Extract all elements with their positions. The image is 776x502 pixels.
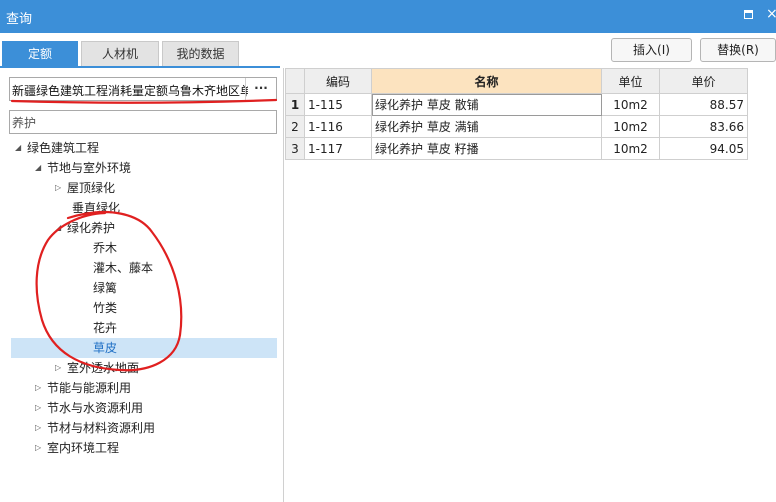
tab-quota[interactable]: 定额 <box>2 41 78 66</box>
cell-price[interactable]: 94.05 <box>659 137 748 160</box>
tree-node-vertical-greening[interactable]: 垂直绿化 <box>60 198 120 218</box>
cell-name[interactable]: 绿化养护 草皮 满铺 <box>371 115 602 138</box>
tree-node-material-saving[interactable]: ▷ 节材与材料资源利用 <box>35 418 155 438</box>
collapsed-arrow-icon[interactable]: ▷ <box>55 358 67 378</box>
tree-node-shrubs-vines[interactable]: 灌木、藤本 <box>81 258 153 278</box>
collapsed-arrow-icon[interactable]: ▷ <box>35 398 47 418</box>
tree-node-bamboo[interactable]: 竹类 <box>81 298 117 318</box>
quota-library-selector[interactable]: 新疆绿色建筑工程消耗量定额乌鲁木齐地区单 ··· <box>9 77 277 101</box>
pane-divider[interactable] <box>283 68 284 502</box>
cell-price[interactable]: 83.66 <box>659 115 748 138</box>
table-row[interactable]: 3 1-117 绿化养护 草皮 籽播 10m2 94.05 <box>285 137 748 160</box>
tree-node-roof-greening[interactable]: ▷ 屋顶绿化 <box>55 178 115 198</box>
cell-name[interactable]: 绿化养护 草皮 散铺 <box>371 93 602 116</box>
expanded-arrow-icon[interactable]: ◢ <box>15 138 27 158</box>
tab-labor-material-machine[interactable]: 人材机 <box>81 41 159 66</box>
more-button[interactable]: ··· <box>245 78 276 100</box>
search-input[interactable] <box>9 110 277 134</box>
tree-node-land-saving[interactable]: ◢ 节地与室外环境 <box>35 158 131 178</box>
tree-node-green-building[interactable]: ◢ 绿色建筑工程 <box>15 138 99 158</box>
collapsed-arrow-icon[interactable]: ▷ <box>35 378 47 398</box>
cell-unit[interactable]: 10m2 <box>601 93 660 116</box>
corner-cell <box>285 68 305 94</box>
insert-button[interactable]: 插入(I) <box>611 38 692 62</box>
column-header-name[interactable]: 名称 <box>371 68 602 94</box>
collapsed-arrow-icon[interactable]: ▷ <box>35 438 47 458</box>
table-row[interactable]: 1 1-115 绿化养护 草皮 散铺 10m2 88.57 <box>285 93 748 116</box>
tree-node-water-saving[interactable]: ▷ 节水与水资源利用 <box>35 398 143 418</box>
expanded-arrow-icon[interactable]: ◢ <box>35 158 47 178</box>
cell-code[interactable]: 1-116 <box>304 115 372 138</box>
tree-node-hedges[interactable]: 绿篱 <box>81 278 117 298</box>
table-row[interactable]: 2 1-116 绿化养护 草皮 满铺 10m2 83.66 <box>285 115 748 138</box>
title-bar: 查询 × <box>0 0 776 33</box>
quota-library-name: 新疆绿色建筑工程消耗量定额乌鲁木齐地区单 <box>12 84 248 98</box>
tree-selection-highlight <box>11 338 277 358</box>
cell-price[interactable]: 88.57 <box>659 93 748 116</box>
window-title: 查询 <box>6 12 33 27</box>
tree-node-energy-saving[interactable]: ▷ 节能与能源利用 <box>35 378 131 398</box>
restore-icon[interactable] <box>744 10 753 19</box>
cell-unit[interactable]: 10m2 <box>601 137 660 160</box>
tab-my-data[interactable]: 我的数据 <box>162 41 239 66</box>
column-header-price[interactable]: 单价 <box>659 68 748 94</box>
tree-node-flowers[interactable]: 花卉 <box>81 318 117 338</box>
tab-underline <box>0 66 280 68</box>
row-number: 3 <box>285 137 305 160</box>
collapsed-arrow-icon[interactable]: ▷ <box>35 418 47 438</box>
cell-code[interactable]: 1-115 <box>304 93 372 116</box>
cell-name[interactable]: 绿化养护 草皮 籽播 <box>371 137 602 160</box>
cell-unit[interactable]: 10m2 <box>601 115 660 138</box>
tree-node-green-maintenance[interactable]: ◢ 绿化养护 <box>55 218 115 238</box>
replace-button[interactable]: 替换(R) <box>700 38 776 62</box>
table-header-row: 编码 名称 单位 单价 <box>285 68 748 94</box>
tree-node-trees[interactable]: 乔木 <box>81 238 117 258</box>
row-number: 1 <box>285 93 305 116</box>
tree-node-indoor-environment[interactable]: ▷ 室内环境工程 <box>35 438 119 458</box>
close-icon[interactable]: × <box>766 6 776 22</box>
cell-code[interactable]: 1-117 <box>304 137 372 160</box>
results-table: 编码 名称 单位 单价 1 1-115 绿化养护 草皮 散铺 10m2 88.5… <box>285 68 748 160</box>
collapsed-arrow-icon[interactable]: ▷ <box>55 178 67 198</box>
tree-node-turf[interactable]: 草皮 <box>81 338 117 358</box>
expanded-arrow-icon[interactable]: ◢ <box>55 218 67 238</box>
tree-node-permeable-ground[interactable]: ▷ 室外透水地面 <box>55 358 139 378</box>
row-number: 2 <box>285 115 305 138</box>
column-header-unit[interactable]: 单位 <box>601 68 660 94</box>
column-header-code[interactable]: 编码 <box>304 68 372 94</box>
